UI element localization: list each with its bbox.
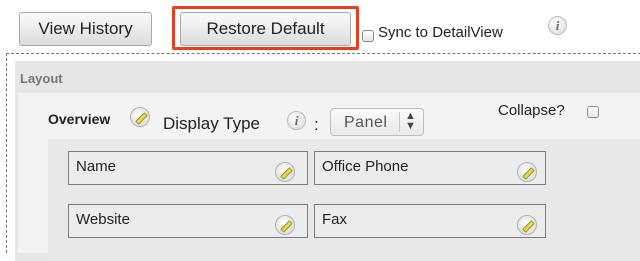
collapse-label: Collapse? — [498, 102, 565, 119]
select-arrows-icon: ▲ ▼ — [405, 110, 416, 132]
edit-field-pencil-icon[interactable] — [275, 162, 295, 182]
select-divider — [399, 112, 400, 132]
restore-default-button[interactable]: Restore Default — [180, 12, 351, 46]
field-label: Website — [76, 211, 130, 228]
field-website[interactable]: Website — [68, 204, 308, 238]
display-type-label: Display Type — [163, 114, 261, 133]
field-label: Fax — [322, 211, 348, 228]
sync-detailview-checkbox[interactable] — [362, 30, 374, 42]
display-type-selected-value: Panel — [344, 114, 388, 131]
edit-field-pencil-icon[interactable] — [275, 215, 295, 235]
display-type-select[interactable]: Panel ▲ ▼ — [330, 108, 424, 136]
collapse-checkbox[interactable] — [587, 106, 599, 118]
field-label: Office Phone — [322, 158, 409, 175]
edit-panel-pencil-icon[interactable] — [130, 107, 150, 127]
edit-field-pencil-icon[interactable] — [517, 162, 537, 182]
field-label: Name — [76, 158, 117, 175]
sync-detailview-label: Sync to DetailView — [378, 24, 503, 41]
edit-field-pencil-icon[interactable] — [517, 215, 537, 235]
field-fax[interactable]: Fax — [314, 204, 546, 238]
display-type-colon: : — [314, 115, 319, 134]
panel-title: Overview — [48, 111, 111, 127]
field-office-phone[interactable]: Office Phone — [314, 151, 546, 185]
view-history-button[interactable]: View History — [19, 12, 152, 46]
info-icon[interactable]: i — [548, 16, 567, 35]
layout-heading: Layout — [20, 71, 63, 86]
display-type-info-icon[interactable]: i — [287, 111, 306, 130]
field-name[interactable]: Name — [68, 151, 308, 185]
